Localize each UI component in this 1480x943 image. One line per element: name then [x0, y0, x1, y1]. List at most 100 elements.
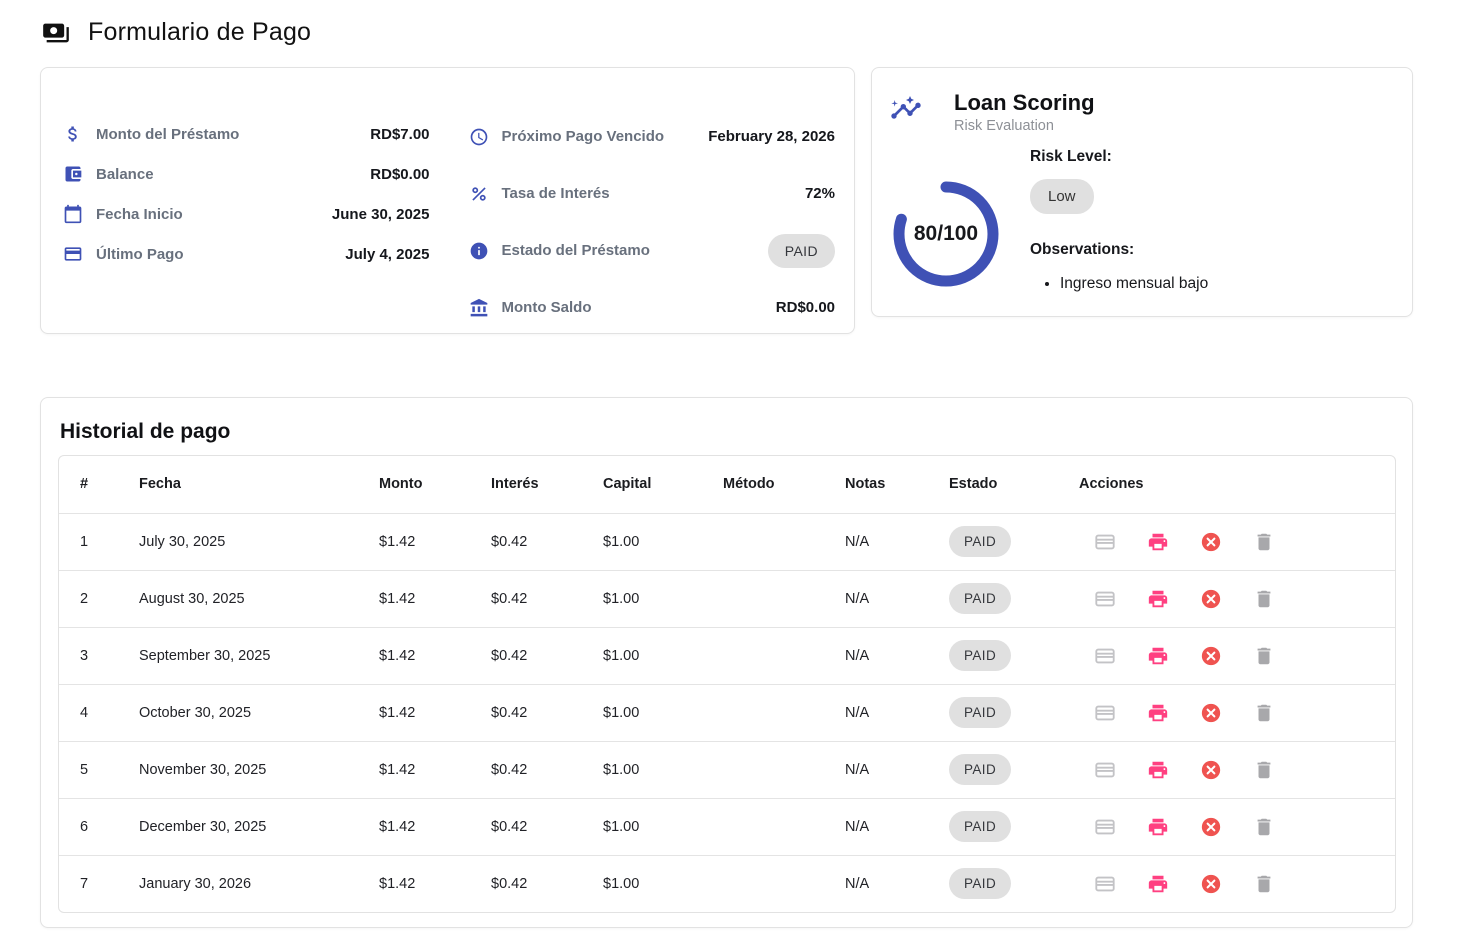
card-action-button[interactable] [1094, 816, 1116, 838]
cell-monto: $1.42 [363, 684, 475, 741]
row-actions [1094, 588, 1389, 610]
payment-history-card: Historial de pago #FechaMontoInterésCapi… [40, 397, 1413, 928]
delete-action-button[interactable] [1253, 873, 1275, 895]
cell-estado: PAID [933, 513, 1063, 570]
payments-icon [42, 19, 70, 47]
table-row: 2August 30, 2025$1.42$0.42$1.00N/APAID [59, 570, 1395, 627]
status-badge: PAID [949, 811, 1011, 842]
detail-value: June 30, 2025 [332, 206, 430, 223]
table-header-cell: Interés [475, 456, 587, 513]
clock-icon [469, 127, 489, 147]
cell-fecha: August 30, 2025 [123, 570, 363, 627]
print-action-button[interactable] [1147, 816, 1169, 838]
delete-action-button[interactable] [1253, 588, 1275, 610]
loan-detail-row: Fecha InicioJune 30, 2025 [63, 194, 430, 234]
card-action-button[interactable] [1094, 873, 1116, 895]
delete-icon [1253, 816, 1275, 838]
cell-estado: PAID [933, 741, 1063, 798]
print-icon [1147, 531, 1169, 553]
table-header-cell: Acciones [1063, 456, 1395, 513]
card-action-button[interactable] [1094, 531, 1116, 553]
cell-acciones [1063, 570, 1395, 627]
detail-label: Monto Saldo [502, 299, 592, 316]
table-row: 7January 30, 2026$1.42$0.42$1.00N/APAID [59, 855, 1395, 912]
cell-monto: $1.42 [363, 570, 475, 627]
payment-form-page: Formulario de Pago Monto del PréstamoRD$… [0, 0, 1480, 943]
detail-value: RD$7.00 [370, 126, 429, 143]
detail-value: RD$0.00 [776, 299, 835, 316]
delete-action-button[interactable] [1253, 702, 1275, 724]
calendar-icon [63, 204, 83, 224]
row-actions [1094, 702, 1389, 724]
status-badge: PAID [949, 640, 1011, 671]
credit-card-icon [1094, 873, 1116, 895]
payment-history-title: Historial de pago [60, 420, 1396, 444]
detail-label: Balance [96, 166, 154, 183]
print-action-button[interactable] [1147, 759, 1169, 781]
loan-detail-row: Próximo Pago VencidoFebruary 28, 2026 [469, 108, 836, 165]
cell-notas: N/A [829, 570, 933, 627]
print-icon [1147, 645, 1169, 667]
print-action-button[interactable] [1147, 873, 1169, 895]
delete-icon [1253, 645, 1275, 667]
card-action-button[interactable] [1094, 702, 1116, 724]
table-row: 6December 30, 2025$1.42$0.42$1.00N/APAID [59, 798, 1395, 855]
top-row: Monto del PréstamoRD$7.00BalanceRD$0.00F… [40, 67, 1413, 334]
card-action-button[interactable] [1094, 588, 1116, 610]
cancel-action-button[interactable] [1200, 759, 1222, 781]
print-action-button[interactable] [1147, 645, 1169, 667]
cell-interes: $0.42 [475, 798, 587, 855]
loan-detail-row: Monto del PréstamoRD$7.00 [63, 114, 430, 154]
loan-detail-row: Estado del PréstamoPAID [469, 222, 836, 279]
cancel-action-button[interactable] [1200, 588, 1222, 610]
cell-capital: $1.00 [587, 855, 707, 912]
print-action-button[interactable] [1147, 702, 1169, 724]
cell-num: 2 [59, 570, 123, 627]
cancel-action-button[interactable] [1200, 816, 1222, 838]
cell-capital: $1.00 [587, 627, 707, 684]
card-action-button[interactable] [1094, 645, 1116, 667]
cancel-action-button[interactable] [1200, 645, 1222, 667]
cancel-action-button[interactable] [1200, 873, 1222, 895]
page-header: Formulario de Pago [42, 18, 1413, 47]
insights-icon [890, 92, 922, 124]
table-header-cell: Método [707, 456, 829, 513]
cell-capital: $1.00 [587, 741, 707, 798]
loan-scoring-body: 80/100 Risk Level: Low Observations: Ing… [890, 148, 1392, 293]
loan-scoring-title: Loan Scoring [954, 90, 1095, 115]
cell-num: 3 [59, 627, 123, 684]
cancel-action-button[interactable] [1200, 531, 1222, 553]
cell-interes: $0.42 [475, 513, 587, 570]
print-action-button[interactable] [1147, 531, 1169, 553]
cancel-icon [1200, 759, 1222, 781]
card-action-button[interactable] [1094, 759, 1116, 781]
delete-action-button[interactable] [1253, 531, 1275, 553]
cell-estado: PAID [933, 570, 1063, 627]
cell-metodo [707, 855, 829, 912]
delete-action-button[interactable] [1253, 816, 1275, 838]
print-action-button[interactable] [1147, 588, 1169, 610]
cell-fecha: October 30, 2025 [123, 684, 363, 741]
delete-action-button[interactable] [1253, 645, 1275, 667]
loan-scoring-card: Loan Scoring Risk Evaluation 80/100 Risk… [871, 67, 1413, 317]
detail-value: July 4, 2025 [345, 246, 429, 263]
cell-monto: $1.42 [363, 855, 475, 912]
loan-detail-row: Tasa de Interés72% [469, 165, 836, 222]
cell-monto: $1.42 [363, 627, 475, 684]
cell-estado: PAID [933, 798, 1063, 855]
cell-monto: $1.42 [363, 798, 475, 855]
status-badge: PAID [949, 754, 1011, 785]
detail-label: Estado del Préstamo [502, 242, 650, 259]
cancel-action-button[interactable] [1200, 702, 1222, 724]
percent-icon [469, 184, 489, 204]
loan-detail-row: BalanceRD$0.00 [63, 154, 430, 194]
table-header-cell: Estado [933, 456, 1063, 513]
credit-card-icon [1094, 816, 1116, 838]
cell-num: 5 [59, 741, 123, 798]
cell-capital: $1.00 [587, 798, 707, 855]
wallet-icon [63, 164, 83, 184]
loan-detail-row: Último PagoJuly 4, 2025 [63, 234, 430, 274]
delete-action-button[interactable] [1253, 759, 1275, 781]
cancel-icon [1200, 873, 1222, 895]
cell-capital: $1.00 [587, 684, 707, 741]
